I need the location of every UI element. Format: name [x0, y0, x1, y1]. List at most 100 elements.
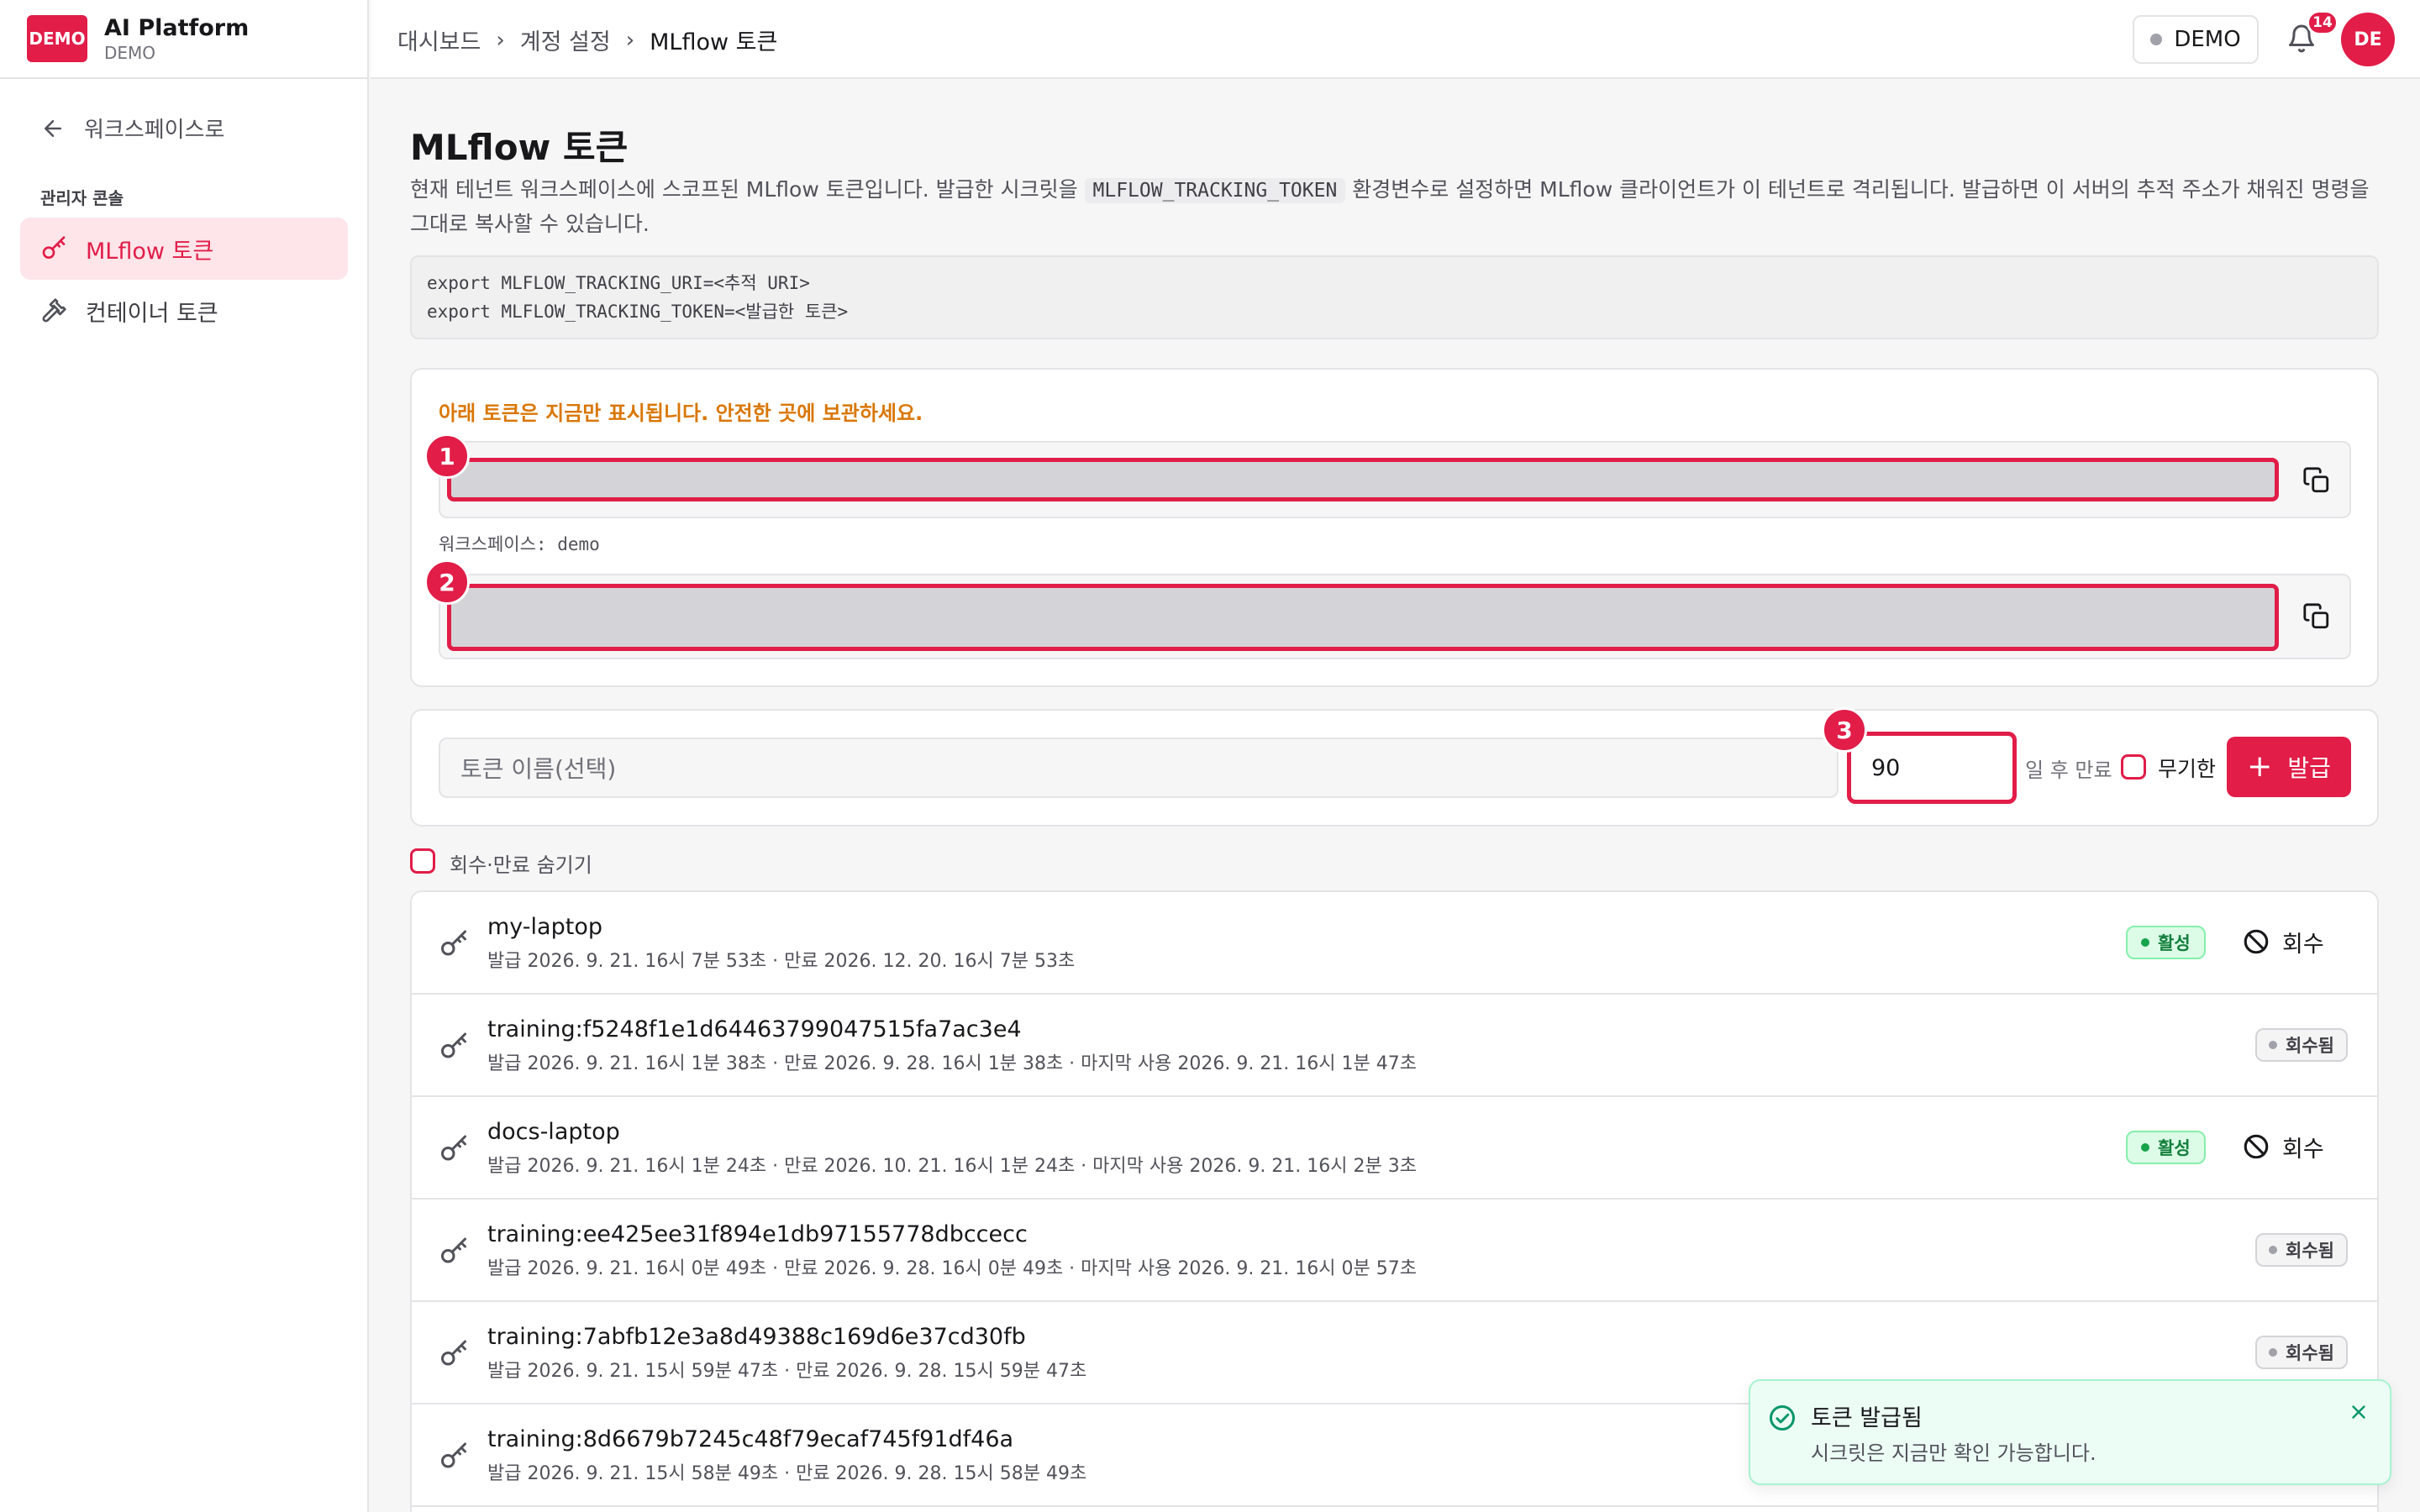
token-meta: 발급 2026. 9. 21. 16시 0분 49초 · 만료 2026. 9.… — [487, 1258, 1417, 1279]
issue-token-button[interactable]: + 발급 — [2227, 737, 2351, 797]
secret-notice: 아래 토큰은 지금만 표시됩니다. 안전한 곳에 보관하세요. — [439, 402, 923, 425]
brand-name: AI Platform — [104, 14, 250, 41]
token-meta: 발급 2026. 9. 21. 16시 1분 24초 · 만료 2026. 10… — [487, 1156, 1417, 1177]
secret-token-box — [439, 574, 2351, 659]
close-icon[interactable] — [2348, 1401, 2370, 1423]
annotation-marker-1: 1 — [424, 433, 470, 479]
key-icon — [441, 1032, 466, 1058]
workspace-label: 워크스페이스: demo — [439, 534, 600, 554]
user-avatar[interactable]: DE — [2341, 13, 2395, 66]
sidebar-item-label: MLflow 토큰 — [86, 238, 214, 265]
token-row: docs-laptop 발급 2026. 9. 21. 16시 1분 24초 ·… — [412, 1097, 2377, 1200]
copy-icon — [2303, 467, 2329, 493]
token-row: training:ee425ee31f894e1db97155778dbccec… — [412, 1200, 2377, 1302]
nav-section-label: 관리자 콘솔 — [40, 188, 124, 208]
toast-message: 시크릿은 지금만 확인 가능합니다. — [1811, 1441, 2096, 1465]
revoke-button[interactable]: 회수 — [2242, 921, 2324, 963]
token-name: my-laptop — [487, 914, 602, 940]
copy-command-button[interactable] — [2302, 466, 2331, 498]
export-code-block: export MLFLOW_TRACKING_URI=<추적 URI> expo… — [410, 255, 2379, 339]
status-text: 회수됨 — [2286, 1343, 2334, 1363]
token-meta: 발급 2026. 9. 21. 15시 58분 49초 · 만료 2026. 9… — [487, 1463, 1087, 1484]
token-meta: 발급 2026. 9. 21. 16시 1분 38초 · 만료 2026. 9.… — [487, 1053, 1417, 1074]
annotation-marker-3: 3 — [1822, 707, 1867, 753]
revoke-label: 회수 — [2282, 931, 2324, 958]
unlimited-checkbox[interactable] — [2121, 754, 2146, 780]
breadcrumb-item-dashboard[interactable]: 대시보드 — [397, 24, 481, 56]
status-dot-icon — [2150, 34, 2163, 45]
status-badge: 활성 — [2126, 926, 2206, 959]
token-meta: 발급 2026. 9. 21. 16시 7분 53초 · 만료 2026. 12… — [487, 951, 1076, 972]
token-name: training:7abfb12e3a8d49388c169d6e37cd30f… — [487, 1324, 1026, 1350]
ban-icon — [2244, 929, 2269, 954]
toast-notification: 토큰 발급됨 시크릿은 지금만 확인 가능합니다. — [1749, 1379, 2391, 1485]
status-text: 회수됨 — [2286, 1036, 2334, 1056]
key-icon — [441, 1442, 466, 1468]
expiry-days-suffix: 일 후 만료 — [2025, 759, 2112, 782]
code-line-token: export MLFLOW_TRACKING_TOKEN=<발급한 토큰> — [427, 302, 849, 322]
arrow-left-icon — [45, 119, 61, 137]
unlimited-label[interactable]: 무기한 — [2158, 753, 2216, 783]
copy-secret-button[interactable] — [2302, 602, 2331, 634]
brand-logo: DEMO — [27, 15, 87, 62]
hide-revoked-label[interactable]: 회수·만료 숨기기 — [450, 848, 592, 878]
back-link-label: 워크스페이스로 — [84, 118, 225, 143]
breadcrumb: 대시보드 › 계정 설정 › MLflow 토큰 — [397, 24, 777, 56]
status-text: 활성 — [2158, 933, 2191, 953]
brand-subtitle: DEMO — [104, 42, 156, 63]
env-var-code: MLFLOW_TRACKING_TOKEN — [1084, 178, 1346, 203]
expiry-days-input[interactable]: 90 — [1847, 732, 2017, 804]
status-dot-icon — [2269, 1348, 2277, 1357]
secret-token-field[interactable] — [447, 584, 2279, 651]
status-badge: 활성 — [2126, 1131, 2206, 1164]
token-name: training:f5248f1e1d64463799047515fa7ac3e… — [487, 1016, 1022, 1042]
sidebar-item-container-tokens[interactable]: 컨테이너 토큰 — [20, 280, 348, 342]
token-name: training:8d6679b7245c48f79ecaf745f91df46… — [487, 1426, 1014, 1452]
ban-icon — [2244, 1134, 2269, 1159]
revoke-button[interactable]: 회수 — [2242, 1126, 2324, 1168]
breadcrumb-item-current: MLflow 토큰 — [650, 29, 778, 55]
plus-icon: + — [2247, 749, 2273, 784]
tracking-command-field[interactable] — [447, 458, 2279, 501]
brand[interactable]: DEMO AI Platform DEMO — [0, 0, 367, 79]
chevron-right-icon: › — [625, 27, 635, 53]
sidebar-item-mlflow-tokens[interactable]: MLflow 토큰 — [20, 218, 348, 280]
copy-icon — [2303, 603, 2329, 629]
desc-text-1: 현재 테넌트 워크스페이스에 스코프된 MLflow 토큰입니다. 발급한 시크… — [410, 177, 1085, 202]
key-icon — [42, 236, 66, 259]
workspace-name: DEMO — [2174, 27, 2241, 52]
status-dot-icon — [2141, 938, 2149, 947]
status-badge: 회수됨 — [2255, 1233, 2348, 1267]
status-text: 활성 — [2158, 1138, 2191, 1158]
issue-button-label: 발급 — [2287, 754, 2331, 782]
token-row: training:f5248f1e1d64463799047515fa7ac3e… — [412, 995, 2377, 1097]
hide-revoked-checkbox[interactable] — [410, 848, 435, 874]
sidebar: DEMO AI Platform DEMO 워크스페이스로 관리자 콘솔 MLf… — [0, 0, 369, 1512]
notification-count-badge: 14 — [2307, 10, 2338, 35]
status-dot-icon — [2269, 1041, 2277, 1049]
breadcrumb-item-account-settings[interactable]: 계정 설정 — [520, 24, 611, 56]
back-to-workspace-link[interactable]: 워크스페이스로 — [40, 113, 224, 144]
hammer-icon — [42, 298, 66, 323]
chevron-right-icon: › — [496, 27, 505, 53]
tracking-command-box — [439, 441, 2351, 518]
revoke-label: 회수 — [2282, 1136, 2324, 1163]
check-circle-icon — [1770, 1405, 1795, 1431]
status-badge: 회수됨 — [2255, 1336, 2348, 1369]
token-name-input[interactable]: 토큰 이름(선택) — [439, 738, 1839, 798]
status-badge: 회수됨 — [2255, 1028, 2348, 1062]
token-name: training:ee425ee31f894e1db97155778dbccec… — [487, 1221, 1028, 1247]
workspace-selector[interactable]: DEMO — [2133, 15, 2259, 64]
status-dot-icon — [2141, 1143, 2149, 1152]
token-row: my-laptop 발급 2026. 9. 21. 16시 7분 53초 · 만… — [412, 892, 2377, 995]
annotation-marker-2: 2 — [424, 559, 470, 605]
page-title: MLflow 토큰 — [410, 127, 629, 168]
code-line-uri: export MLFLOW_TRACKING_URI=<추적 URI> — [427, 273, 810, 293]
key-icon — [441, 930, 466, 956]
key-icon — [441, 1340, 466, 1366]
status-text: 회수됨 — [2286, 1241, 2334, 1261]
page-description: 현재 테넌트 워크스페이스에 스코프된 MLflow 토큰입니다. 발급한 시크… — [410, 173, 2376, 241]
toast-title: 토큰 발급됨 — [1811, 1405, 1923, 1431]
top-header: 대시보드 › 계정 설정 › MLflow 토큰 DEMO 14 DE — [371, 0, 2420, 79]
key-icon — [441, 1135, 466, 1161]
